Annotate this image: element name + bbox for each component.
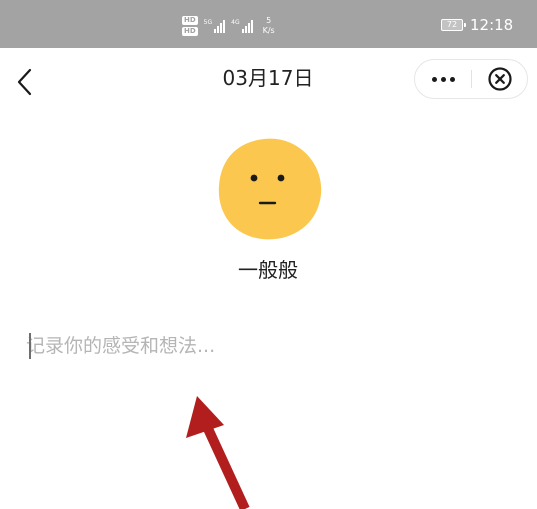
note-input[interactable] [26, 328, 516, 364]
page-title: 03月17日 [222, 66, 314, 90]
status-icons: HD HD 5G 4G 5 K/s [182, 12, 275, 40]
hd-badges: HD HD [182, 16, 198, 36]
status-time: 12:18 [470, 16, 514, 34]
close-circle-icon [488, 67, 512, 91]
text-caret [29, 333, 31, 359]
mini-program-capsule [414, 59, 528, 99]
signal-strength-icon: 5G [203, 19, 226, 33]
hd-badge-icon: HD [182, 16, 198, 25]
network-speed: 5 K/s [263, 16, 275, 36]
more-dots-icon [431, 76, 437, 82]
hd-badge-icon: HD [182, 27, 198, 36]
status-bar: HD HD 5G 4G 5 K/s 72 12:18 [0, 0, 537, 48]
signal-strength-icon: 4G [231, 19, 253, 33]
mood-label: 一般般 [238, 258, 298, 282]
network-type-label: 5G [203, 19, 213, 26]
battery-icon: 72 [441, 19, 466, 31]
more-button[interactable] [415, 60, 471, 98]
network-type-label: 4G [231, 19, 240, 26]
network-speed-unit: K/s [262, 26, 275, 35]
battery-level: 72 [446, 20, 458, 29]
back-button[interactable] [10, 64, 42, 100]
close-button[interactable] [472, 60, 528, 98]
annotation-arrow-icon [186, 396, 250, 509]
mood-diary-screen: HD HD 5G 4G 5 K/s 72 12:18 03月17日 一般般 记录… [0, 0, 537, 509]
network-speed-value: 5 [266, 16, 272, 25]
chevron-left-icon [17, 68, 32, 96]
neutral-face-icon[interactable] [214, 134, 326, 244]
